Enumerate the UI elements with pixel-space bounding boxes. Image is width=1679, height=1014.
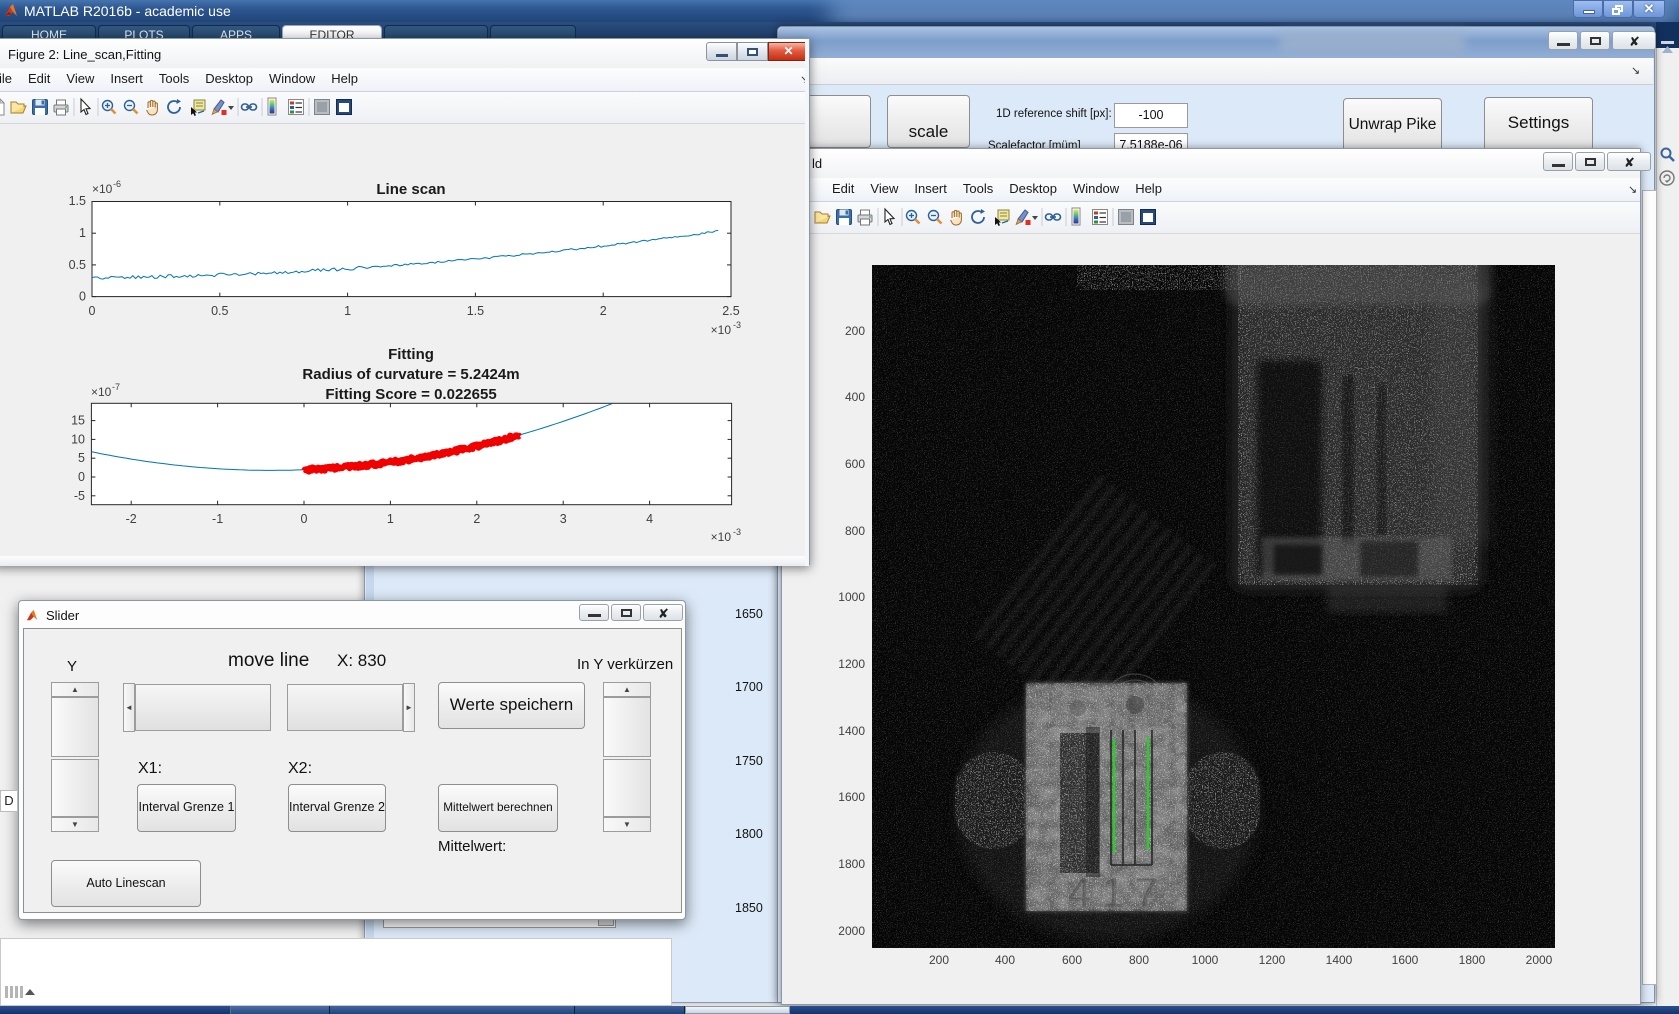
svg-text:×10: ×10: [92, 182, 113, 196]
svg-text:Fitting: Fitting: [388, 346, 434, 363]
svg-text:0.5: 0.5: [211, 304, 228, 318]
svg-text:1.5: 1.5: [69, 194, 86, 208]
svg-text:5: 5: [78, 451, 85, 465]
svg-text:Radius of curvature = 5.2424m: Radius of curvature = 5.2424m: [302, 366, 519, 383]
svg-text:1: 1: [79, 226, 86, 240]
svg-text:2: 2: [600, 304, 607, 318]
svg-text:0: 0: [79, 290, 86, 304]
svg-text:2: 2: [473, 512, 480, 526]
svg-text:Line scan: Line scan: [376, 181, 445, 198]
svg-text:-3: -3: [733, 320, 741, 330]
svg-text:4: 4: [646, 512, 653, 526]
svg-text:×10: ×10: [91, 385, 112, 399]
svg-text:1: 1: [387, 512, 394, 526]
svg-text:-5: -5: [74, 489, 85, 503]
svg-text:0.5: 0.5: [69, 258, 86, 272]
svg-text:417: 417: [1067, 868, 1167, 915]
svg-text:0: 0: [301, 512, 308, 526]
svg-text:×10: ×10: [711, 530, 732, 544]
svg-text:0: 0: [78, 470, 85, 484]
svg-text:10: 10: [71, 432, 85, 446]
svg-text:Fitting Score = 0.022655: Fitting Score = 0.022655: [325, 386, 496, 403]
svg-text:-6: -6: [113, 179, 121, 189]
svg-text:-1: -1: [212, 512, 223, 526]
svg-text:×10: ×10: [711, 323, 732, 337]
svg-text:15: 15: [71, 414, 85, 428]
svg-text:2.5: 2.5: [722, 304, 739, 318]
svg-text:3: 3: [560, 512, 567, 526]
svg-text:-2: -2: [126, 512, 137, 526]
svg-text:0: 0: [89, 304, 96, 318]
svg-text:1.5: 1.5: [467, 304, 484, 318]
svg-text:-7: -7: [112, 382, 120, 392]
svg-text:-3: -3: [733, 527, 741, 537]
svg-text:1: 1: [344, 304, 351, 318]
